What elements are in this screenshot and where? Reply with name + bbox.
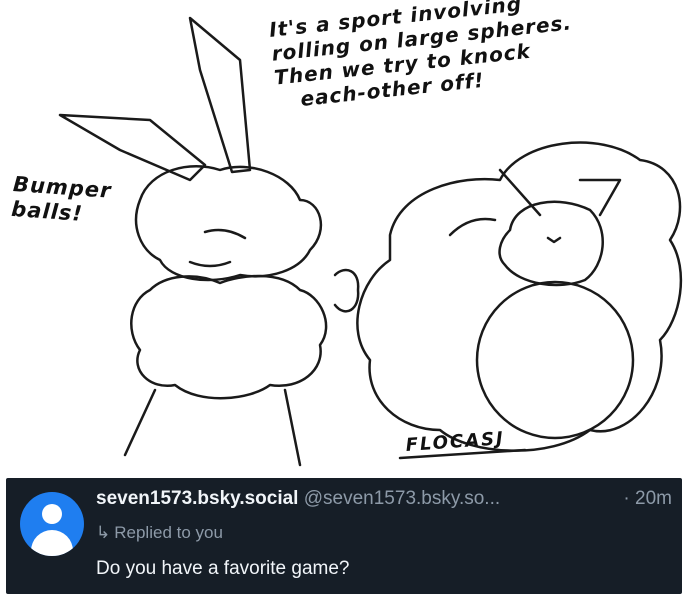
reply-header: seven1573.bsky.social @seven1573.bsky.so…	[96, 488, 672, 510]
reply-notification[interactable]: seven1573.bsky.social @seven1573.bsky.so…	[6, 478, 682, 594]
speech-text-left: Bumper balls!	[10, 172, 113, 227]
timestamp[interactable]: · 20m	[619, 488, 672, 510]
user-handle[interactable]: @seven1573.bsky.so...	[304, 488, 500, 509]
replied-to-indicator: ↳ Replied to you	[96, 523, 223, 543]
replied-label: Replied to you	[114, 523, 223, 542]
display-name[interactable]: seven1573.bsky.social	[96, 488, 298, 509]
comic-image: It's a sport involving rolling on large …	[0, 0, 692, 478]
avatar[interactable]	[20, 492, 84, 556]
post-text: Do you have a favorite game?	[96, 558, 350, 579]
avatar-head-shape	[42, 504, 62, 524]
reply-arrow-icon: ↳	[96, 523, 111, 542]
avatar-body-shape	[31, 530, 73, 556]
